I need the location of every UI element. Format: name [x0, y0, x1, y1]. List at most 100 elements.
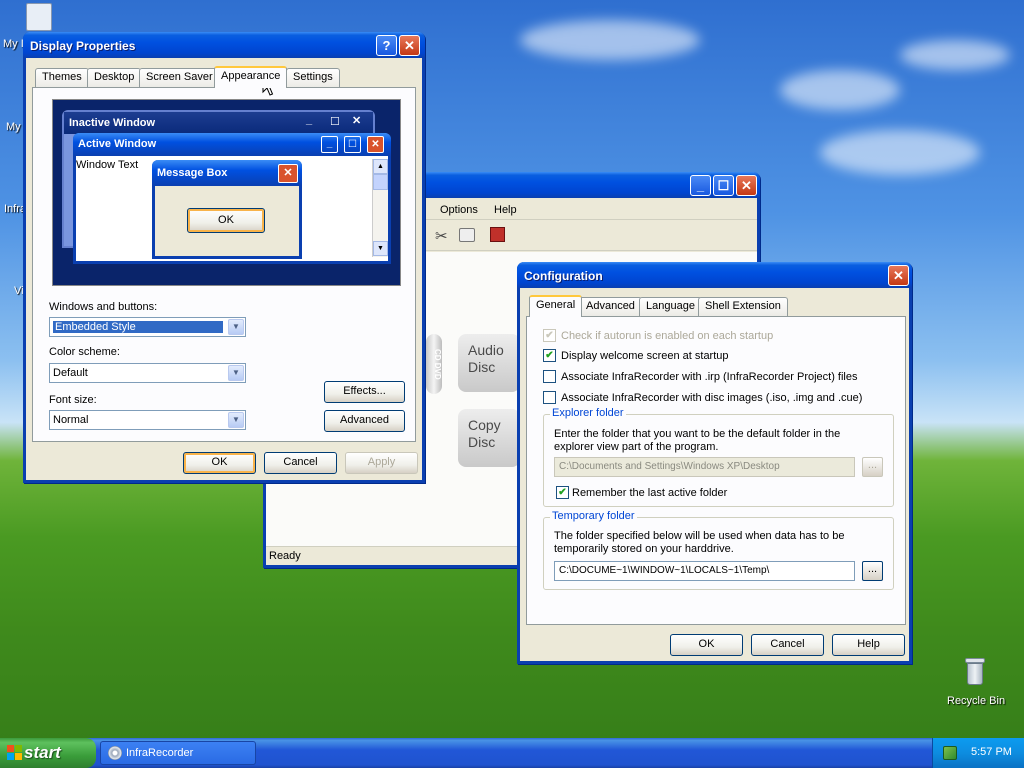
windows-buttons-label: Windows and buttons:: [49, 301, 158, 313]
desktop-icon-label: My I: [3, 38, 24, 50]
explorer-folder-desc: Enter the folder that you want to be the…: [554, 428, 841, 440]
font-size-label: Font size:: [49, 394, 97, 406]
autorun-label: Check if autorun is enabled on each star…: [561, 330, 774, 342]
taskbar-item-infrarecorder[interactable]: InfraRecorder: [100, 741, 256, 765]
temporary-folder-title: Temporary folder: [550, 510, 637, 522]
close-button[interactable]: ✕: [736, 175, 757, 196]
close-button[interactable]: ✕: [399, 35, 420, 56]
scissors-icon[interactable]: ✂: [435, 227, 448, 245]
tab-screen-saver[interactable]: Screen Saver: [139, 68, 220, 87]
maximize-icon: ☐: [330, 116, 340, 128]
close-icon: ✕: [278, 164, 298, 183]
temporary-folder-desc: temporarily stored on your harddrive.: [554, 543, 734, 555]
start-label: start: [24, 743, 61, 762]
cloud: [900, 40, 1010, 70]
ok-button[interactable]: OK: [670, 634, 743, 656]
temporary-folder-field[interactable]: C:\DOCUME~1\WINDOW~1\LOCALS~1\Temp\: [554, 561, 855, 581]
appearance-panel: Inactive Window _ ☐ ✕ Active Window _ ☐ …: [32, 87, 416, 442]
tab-desktop[interactable]: Desktop: [87, 68, 142, 87]
color-scheme-select[interactable]: Default ▼: [49, 363, 246, 383]
autorun-checkbox[interactable]: ✔: [543, 329, 556, 342]
window-text-sample: Window Text: [76, 159, 139, 171]
windows-logo-icon: [7, 745, 22, 760]
temporary-folder-desc: The folder specified below will be used …: [554, 530, 845, 542]
temporary-browse-button[interactable]: ...: [862, 561, 883, 581]
associate-irp-checkbox[interactable]: [543, 370, 556, 383]
effects-button[interactable]: Effects...: [324, 381, 405, 403]
exit-icon[interactable]: [490, 227, 505, 242]
chevron-down-icon[interactable]: ▼: [228, 412, 244, 428]
scroll-down-icon: ▼: [373, 241, 388, 256]
windows-buttons-select[interactable]: Embedded Style ▼: [49, 317, 246, 337]
menu-help[interactable]: Help: [494, 204, 517, 216]
recycle-bin-icon[interactable]: [962, 656, 988, 688]
window-title: Display Properties: [30, 39, 136, 53]
scroll-up-icon: ▲: [373, 159, 388, 174]
tab-shell-extension[interactable]: Shell Extension: [698, 297, 788, 316]
cloud: [780, 70, 900, 110]
tab-themes[interactable]: Themes: [35, 68, 89, 87]
maximize-icon: ☐: [344, 136, 361, 153]
status-text: Ready: [269, 550, 301, 562]
minimize-button[interactable]: _: [690, 175, 711, 196]
chevron-down-icon[interactable]: ▼: [228, 365, 244, 381]
drive-icon[interactable]: [459, 228, 475, 242]
start-button[interactable]: start: [0, 738, 96, 768]
my-documents-icon[interactable]: [26, 3, 52, 31]
associate-irp-label: Associate InfraRecorder with .irp (Infra…: [561, 371, 858, 383]
apply-button[interactable]: Apply: [345, 452, 418, 474]
dvd-disc-icon: CD DVD: [426, 334, 442, 394]
configuration-window[interactable]: Configuration ✕ General Advanced Languag…: [517, 262, 912, 664]
tab-advanced[interactable]: Advanced: [579, 297, 642, 316]
message-box-preview: Message Box ✕ OK: [152, 160, 302, 259]
copy-disc-tile[interactable]: Copy Disc: [458, 409, 520, 467]
color-scheme-value: Default: [53, 367, 88, 379]
help-button[interactable]: ?: [376, 35, 397, 56]
window-title: Configuration: [524, 269, 603, 283]
associate-images-label: Associate InfraRecorder with disc images…: [561, 392, 863, 404]
remember-folder-checkbox[interactable]: ✔: [556, 486, 569, 499]
advanced-button[interactable]: Advanced: [324, 410, 405, 432]
inactive-window-title: Inactive Window: [64, 112, 373, 134]
cancel-button[interactable]: Cancel: [751, 634, 824, 656]
close-icon: ✕: [367, 136, 384, 153]
recycle-bin-label: Recycle Bin: [947, 695, 1006, 707]
disc-icon: [108, 746, 122, 760]
system-tray: 5:57 PM: [932, 738, 1024, 768]
cancel-button[interactable]: Cancel: [264, 452, 337, 474]
tab-appearance[interactable]: Appearance: [214, 66, 288, 88]
menu-options[interactable]: Options: [440, 204, 478, 216]
display-properties-titlebar[interactable]: Display Properties: [23, 32, 425, 58]
remember-folder-label: Remember the last active folder: [572, 487, 728, 499]
safely-remove-icon[interactable]: [943, 746, 957, 760]
tab-language[interactable]: Language: [639, 297, 702, 316]
clock[interactable]: 5:57 PM: [971, 746, 1012, 758]
audio-disc-tile[interactable]: Audio Disc: [458, 334, 520, 392]
taskbar-item-label: InfraRecorder: [126, 747, 194, 759]
general-panel: ✔ Check if autorun is enabled on each st…: [526, 316, 906, 625]
explorer-folder-field[interactable]: C:\Documents and Settings\Windows XP\Des…: [554, 457, 855, 477]
message-box-ok: OK: [187, 208, 265, 233]
tab-general[interactable]: General: [529, 295, 583, 317]
welcome-screen-checkbox[interactable]: ✔: [543, 349, 556, 362]
chevron-down-icon[interactable]: ▼: [228, 319, 244, 335]
display-properties-window[interactable]: Display Properties ? ✕ Themes Desktop Sc…: [23, 32, 425, 483]
tab-settings[interactable]: Settings: [286, 68, 340, 87]
close-icon: ✕: [352, 115, 362, 127]
associate-images-checkbox[interactable]: [543, 391, 556, 404]
explorer-browse-button[interactable]: ...: [862, 457, 883, 477]
cloud: [520, 20, 700, 60]
maximize-button[interactable]: ☐: [713, 175, 734, 196]
minimize-icon: _: [321, 136, 338, 153]
windows-buttons-value: Embedded Style: [53, 321, 223, 333]
scrollbar-preview: ▲ ▼: [372, 159, 388, 257]
font-size-select[interactable]: Normal ▼: [49, 410, 246, 430]
close-button[interactable]: ✕: [888, 265, 909, 286]
welcome-screen-label: Display welcome screen at startup: [561, 350, 729, 362]
ok-button[interactable]: OK: [183, 452, 256, 474]
configuration-titlebar[interactable]: Configuration: [517, 262, 912, 288]
taskbar: start InfraRecorder 5:57 PM: [0, 738, 1024, 768]
minimize-icon: _: [306, 114, 313, 126]
help-button[interactable]: Help: [832, 634, 905, 656]
color-scheme-label: Color scheme:: [49, 346, 120, 358]
